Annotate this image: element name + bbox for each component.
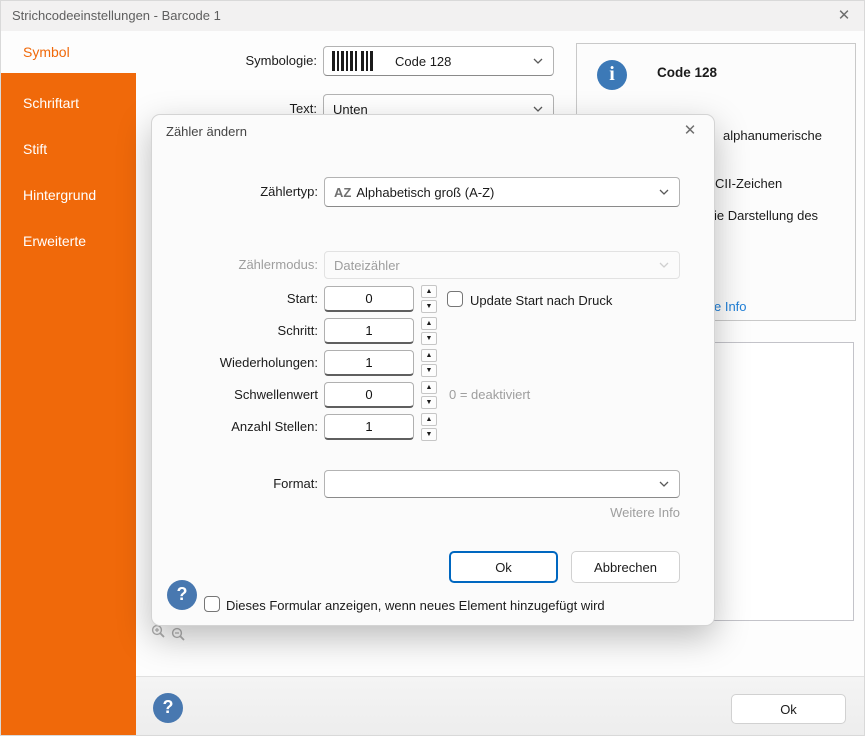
chevron-down-icon	[658, 186, 670, 198]
chevron-down-icon	[658, 478, 670, 490]
zoom-in-icon[interactable]	[151, 624, 166, 644]
threshold-stepper: ▲ ▼	[421, 381, 437, 409]
counter-type-prefix: AZ	[334, 184, 352, 200]
more-info-link[interactable]: e Info	[714, 299, 747, 314]
repetitions-label: Wiederholungen:	[219, 355, 318, 370]
threshold-hint: 0 = deaktiviert	[449, 387, 531, 402]
spinner-down-icon[interactable]: ▼	[421, 332, 437, 345]
spinner-up-icon[interactable]: ▲	[421, 317, 437, 330]
zoom-out-icon[interactable]	[171, 627, 186, 647]
counter-mode-label: Zählermodus:	[238, 257, 318, 272]
dialog-ok-button[interactable]: Ok	[449, 551, 558, 583]
sidebar-item-label: Symbol	[23, 44, 70, 60]
chevron-down-icon	[532, 55, 544, 67]
spinner-up-icon[interactable]: ▲	[421, 413, 437, 426]
info-text-fragment: CII-Zeichen	[715, 176, 783, 191]
spinner-up-icon[interactable]: ▲	[421, 349, 437, 362]
threshold-input[interactable]	[324, 382, 414, 408]
update-start-checkbox[interactable]	[447, 291, 463, 307]
step-input[interactable]	[324, 318, 414, 344]
sidebar-item-erweiterte[interactable]: Erweiterte	[1, 225, 136, 271]
sidebar-item-hintergrund[interactable]: Hintergrund	[1, 179, 136, 225]
format-select[interactable]	[324, 470, 680, 498]
sidebar-orange-block: Schriftart Stift Hintergrund Erweiterte	[1, 73, 136, 735]
spinner-down-icon[interactable]: ▼	[421, 300, 437, 313]
start-stepper: ▲ ▼	[421, 285, 437, 313]
sidebar: Symbol Schriftart Stift Hintergrund Erwe…	[1, 31, 136, 735]
symbology-label: Symbologie:	[245, 53, 317, 68]
symbology-select[interactable]: Code 128	[323, 46, 554, 76]
spinner-down-icon[interactable]: ▼	[421, 396, 437, 409]
threshold-label: Schwellenwert	[234, 387, 318, 402]
start-label: Start:	[286, 291, 318, 306]
dialog-close-icon[interactable]: ✕	[680, 121, 700, 141]
sidebar-item-label: Hintergrund	[23, 187, 97, 203]
format-more-info-text: Weitere Info	[610, 505, 680, 520]
window-close-icon[interactable]: ✕	[834, 6, 854, 26]
sidebar-item-label: Stift	[23, 141, 48, 157]
dialog-title: Zähler ändern	[166, 124, 247, 139]
start-input[interactable]	[324, 286, 414, 312]
chevron-down-icon	[658, 259, 670, 271]
info-text-fragment: alphanumerische	[723, 128, 823, 143]
info-text-fragment: ie Darstellung des	[714, 208, 819, 223]
dialog-cancel-button[interactable]: Abbrechen	[571, 551, 680, 583]
sidebar-item-label: Erweiterte	[23, 233, 87, 249]
symbology-value: Code 128	[395, 53, 452, 69]
digit-count-label: Anzahl Stellen:	[231, 419, 318, 434]
title-bar: Strichcodeeinstellungen - Barcode 1 ✕	[1, 1, 864, 31]
info-icon: i	[597, 60, 627, 90]
spinner-up-icon[interactable]: ▲	[421, 285, 437, 298]
step-stepper: ▲ ▼	[421, 317, 437, 345]
counter-type-label: Zählertyp:	[260, 184, 318, 199]
digit-count-input[interactable]	[324, 414, 414, 440]
format-label: Format:	[273, 476, 318, 491]
window-ok-button[interactable]: Ok	[731, 694, 846, 724]
barcode-icon	[332, 51, 376, 71]
counter-type-select[interactable]: AZ Alphabetisch groß (A-Z)	[324, 177, 680, 207]
digit-count-stepper: ▲ ▼	[421, 413, 437, 441]
counter-mode-select: Dateizähler	[324, 251, 680, 279]
show-form-checkbox[interactable]	[204, 596, 220, 612]
sidebar-item-label: Schriftart	[23, 95, 80, 111]
info-panel-title: Code 128	[657, 65, 718, 80]
counter-type-value: Alphabetisch groß (A-Z)	[356, 184, 495, 200]
repetitions-stepper: ▲ ▼	[421, 349, 437, 377]
window-title: Strichcodeeinstellungen - Barcode 1	[12, 8, 221, 23]
sidebar-item-stift[interactable]: Stift	[1, 133, 136, 179]
spinner-down-icon[interactable]: ▼	[421, 428, 437, 441]
counter-edit-dialog: Zähler ändern ✕ Zählertyp: AZ Alphabetis…	[151, 114, 715, 626]
help-icon[interactable]: ?	[153, 693, 183, 723]
sidebar-item-schriftart[interactable]: Schriftart	[1, 87, 136, 133]
barcode-settings-window: Strichcodeeinstellungen - Barcode 1 ✕ Sy…	[0, 0, 865, 736]
spinner-up-icon[interactable]: ▲	[421, 381, 437, 394]
help-icon[interactable]: ?	[167, 580, 197, 610]
sidebar-item-symbol[interactable]: Symbol	[1, 31, 136, 73]
show-form-checkbox-label: Dieses Formular anzeigen, wenn neues Ele…	[226, 598, 605, 613]
step-label: Schritt:	[277, 323, 318, 338]
counter-mode-value: Dateizähler	[334, 257, 400, 273]
update-start-checkbox-label: Update Start nach Druck	[470, 293, 613, 308]
repetitions-input[interactable]	[324, 350, 414, 376]
window-footer: ? Ok	[136, 676, 864, 735]
spinner-down-icon[interactable]: ▼	[421, 364, 437, 377]
